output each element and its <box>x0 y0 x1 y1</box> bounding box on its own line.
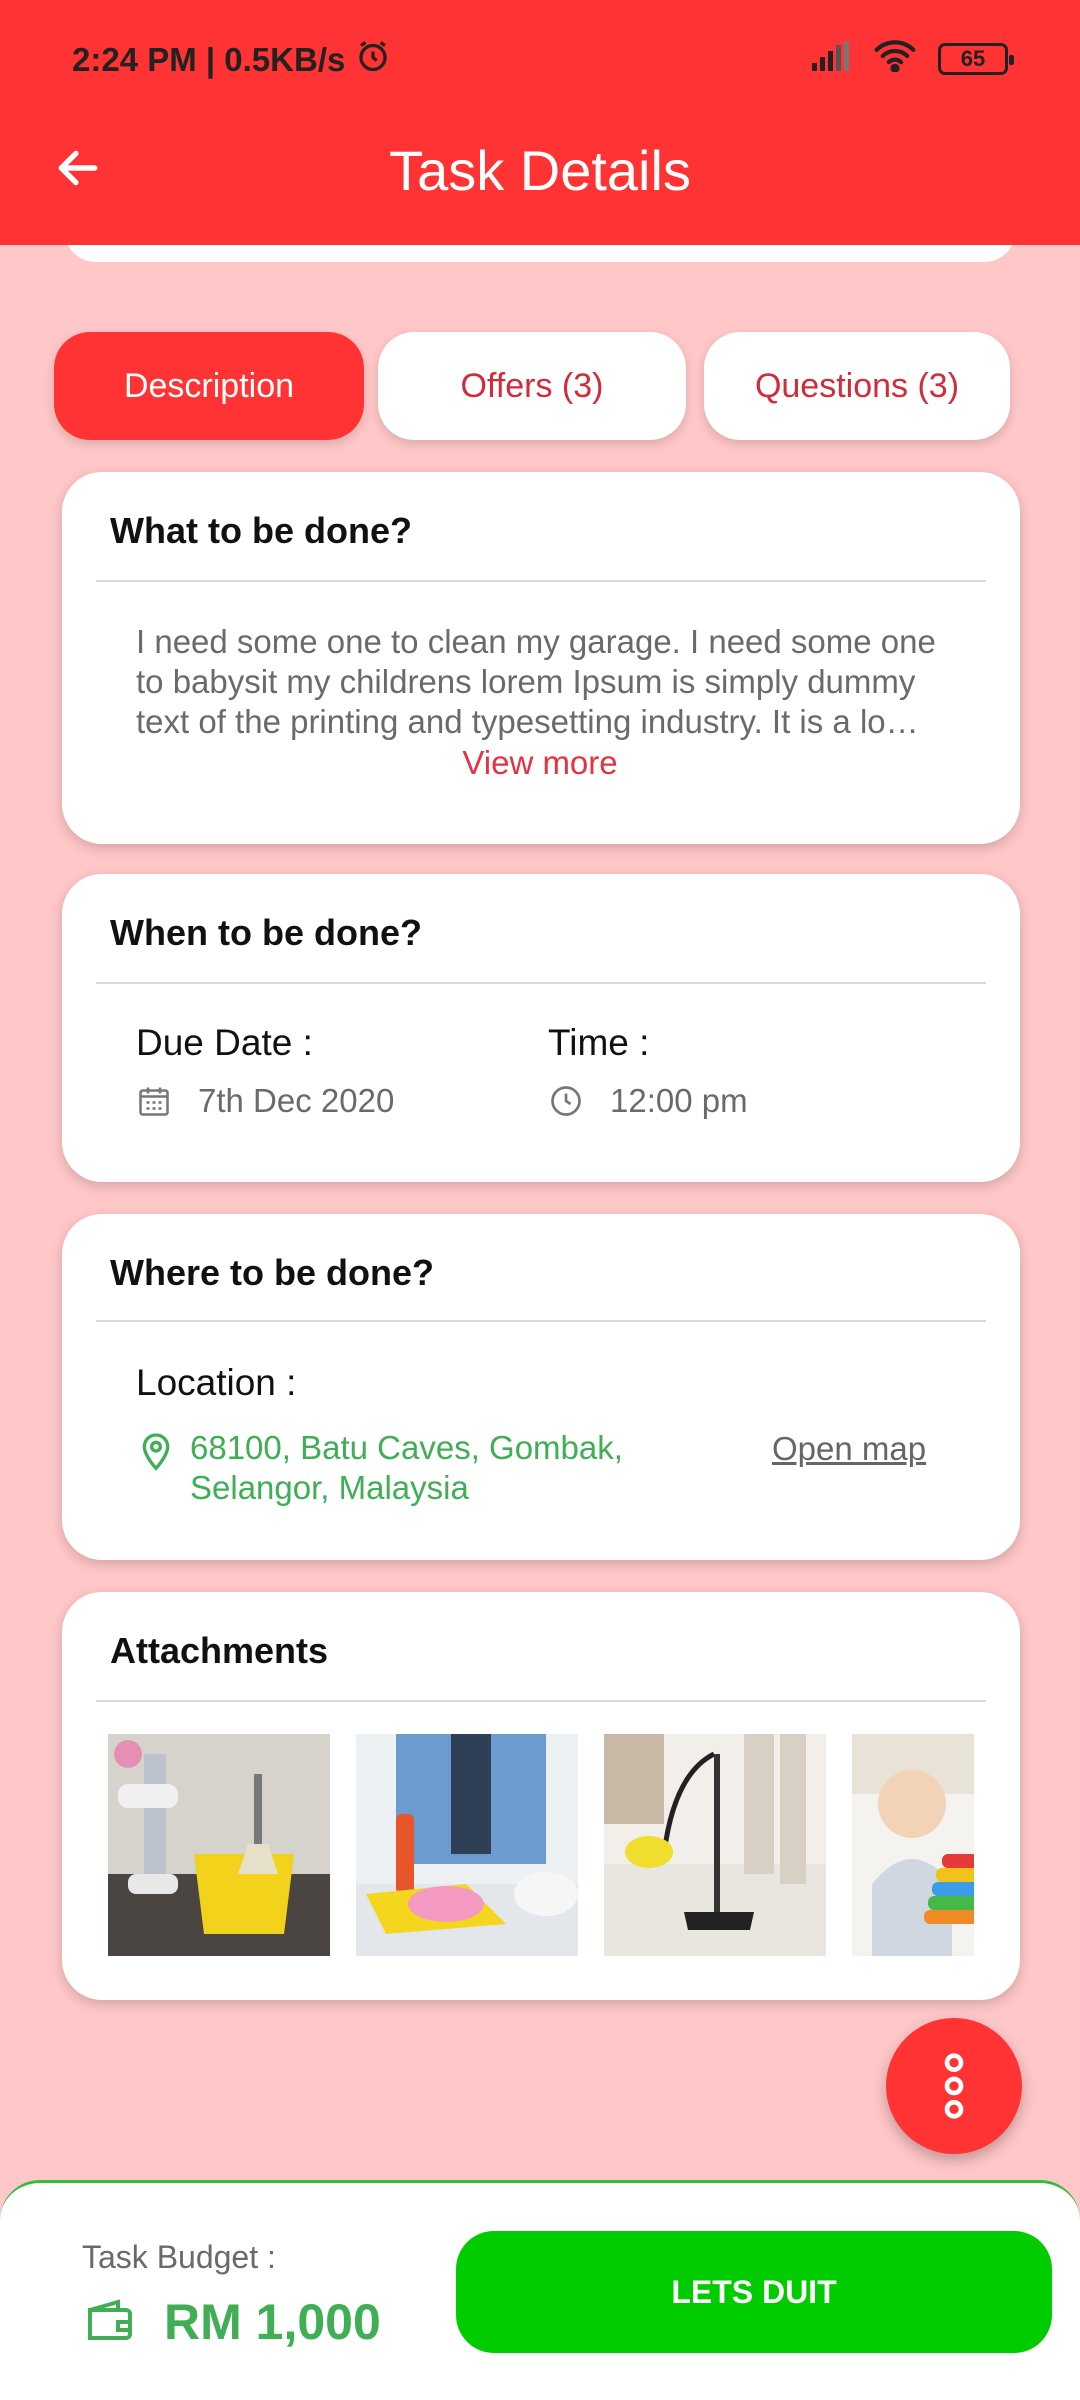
status-time-network: 2:24 PM | 0.5KB/s <box>72 41 346 78</box>
where-title: Where to be done? <box>110 1252 434 1293</box>
status-bar: 2:24 PM | 0.5KB/s 65 <box>0 0 1080 120</box>
page-title: Task Details <box>389 139 691 202</box>
status-right: 65 <box>810 40 1014 77</box>
budget-label: Task Budget : <box>82 2239 276 2275</box>
location-label: Location : <box>136 1362 297 1403</box>
battery-indicator: 65 <box>938 42 1014 75</box>
location-line-1: 68100, Batu Caves, Gombak, <box>190 1429 623 1466</box>
cell-signal-icon <box>810 41 852 76</box>
wifi-icon <box>874 40 916 77</box>
location-line-2: Selangor, Malaysia <box>190 1469 469 1506</box>
location-address: 68100, Batu Caves, Gombak, Selangor, Mal… <box>190 1428 623 1508</box>
tab-questions[interactable]: Questions (3) <box>704 332 1010 440</box>
vacuum-carpet-image[interactable] <box>604 1734 826 1956</box>
divider <box>96 982 986 984</box>
due-date-value: 7th Dec 2020 <box>198 1082 395 1119</box>
budget-value: RM 1,000 <box>164 2294 381 2350</box>
more-options-button[interactable] <box>886 2018 1022 2154</box>
divider <box>96 580 986 582</box>
when-card: When to be done? Due Date : 7th Dec 2020… <box>62 874 1020 1182</box>
wiping-table-image[interactable] <box>356 1734 578 1956</box>
time-row: 12:00 pm <box>548 1082 748 1120</box>
more-vertical-icon <box>944 2053 964 2119</box>
attachments-row <box>108 1734 974 1956</box>
location-pin-icon <box>136 1428 176 1477</box>
tab-description[interactable]: Description <box>54 332 364 440</box>
app-header: 2:24 PM | 0.5KB/s 65 Task Details <box>0 0 1080 245</box>
divider <box>96 1700 986 1702</box>
lets-duit-button[interactable]: LETS DUIT <box>456 2231 1052 2353</box>
when-title: When to be done? <box>110 912 422 953</box>
what-card: What to be done? I need some one to clea… <box>62 472 1020 844</box>
where-card: Where to be done? Location : <box>62 1214 1020 1560</box>
cleaning-bucket-image[interactable] <box>108 1734 330 1956</box>
task-description: I need some one to clean my garage. I ne… <box>136 623 936 740</box>
wallet-icon <box>84 2297 136 2348</box>
time-value: 12:00 pm <box>610 1082 748 1119</box>
tab-offers[interactable]: Offers (3) <box>378 332 686 440</box>
open-map-link[interactable]: Open map <box>772 1430 926 1468</box>
alarm-clock-icon <box>355 38 391 82</box>
status-left: 2:24 PM | 0.5KB/s <box>72 38 391 82</box>
attachments-title: Attachments <box>110 1630 329 1671</box>
calendar-icon <box>139 1087 169 1116</box>
clock-icon <box>551 1086 581 1116</box>
divider <box>96 1320 986 1322</box>
baby-toys-image[interactable] <box>852 1734 974 1956</box>
time-label: Time : <box>548 1022 650 1063</box>
view-more-link[interactable]: View more <box>0 744 1080 782</box>
task-tabs: Description Offers (3) Questions (3) <box>54 332 1010 440</box>
bottom-action-bar: Task Budget : RM 1,000 LETS DUIT <box>0 2180 1080 2400</box>
due-date-label: Due Date : <box>136 1022 313 1063</box>
what-title: What to be done? <box>110 510 412 551</box>
due-date-row: 7th Dec 2020 <box>136 1082 394 1120</box>
